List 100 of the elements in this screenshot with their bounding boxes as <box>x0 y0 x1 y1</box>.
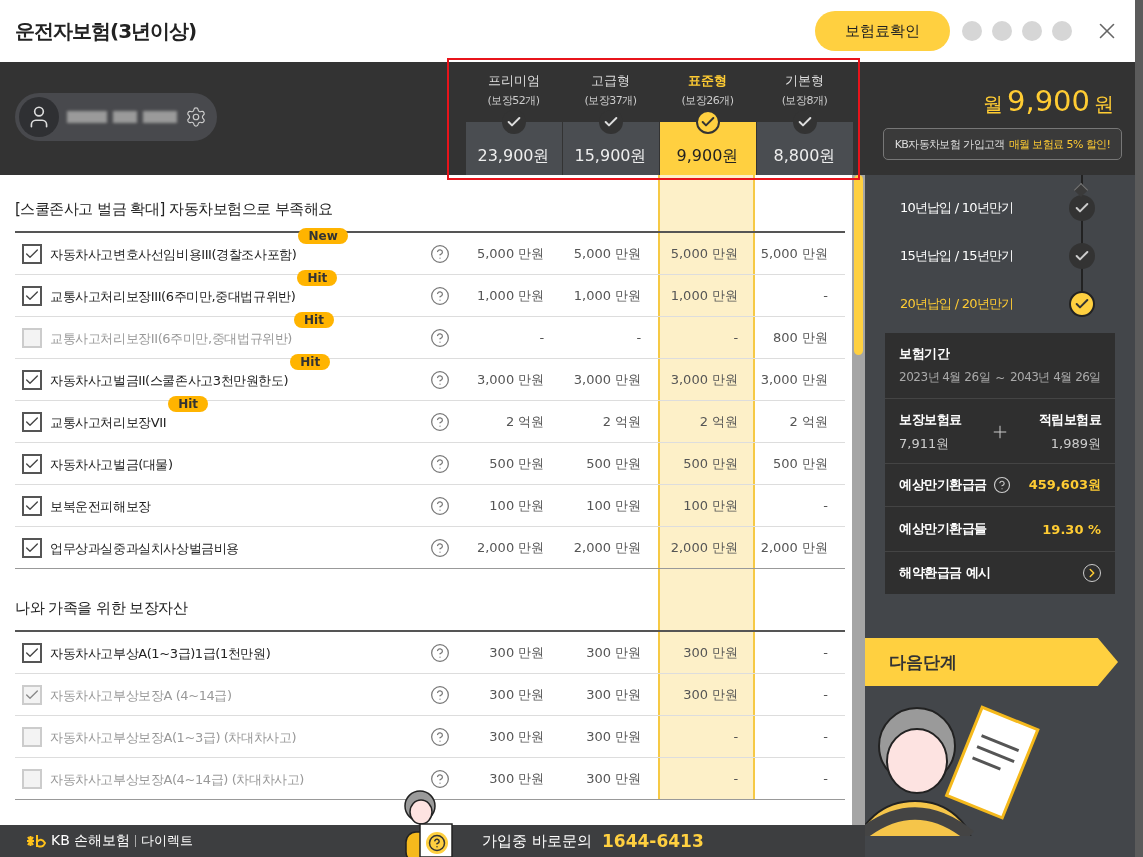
table-cell-text: 300 만원 <box>488 685 546 704</box>
coverage-name: 업무상과실중과실치사상벌금비용 <box>50 540 239 556</box>
brand-subtitle: 다이렉트 <box>135 835 194 847</box>
table-cell: 2 억원 <box>658 401 756 442</box>
checkbox[interactable] <box>22 642 42 663</box>
table-cell-text: 300 만원 <box>488 727 546 746</box>
check-icon[interactable] <box>1069 195 1095 221</box>
checkbox[interactable] <box>22 285 42 306</box>
table-cell-text: 5,000 만원 <box>572 244 643 263</box>
term-option[interactable]: 10년납입 / 10년만기 <box>900 199 1069 217</box>
table-cell-text: - <box>538 329 546 347</box>
coverage-premium: 7,911원 <box>899 435 950 453</box>
checkbox[interactable] <box>22 243 42 264</box>
scrollbar-thumb[interactable] <box>854 175 863 355</box>
table-cell-text: 3,000 만원 <box>572 370 643 389</box>
table-cell-text: 300 만원 <box>585 685 643 704</box>
table-cell-text: 2 억원 <box>601 412 643 431</box>
phone-number[interactable]: 1644-6413 <box>602 831 704 851</box>
table-cell: 5,000 만원 <box>658 233 756 274</box>
coverage-name: 보복운전피해보장 <box>50 498 151 514</box>
coverage-name: 자동차사고부상보장A (4~14급) <box>50 687 232 703</box>
discount-text: KB자동차보험 가입고객 <box>894 136 1005 152</box>
plan-name: 표준형 <box>688 72 727 90</box>
checkbox[interactable] <box>22 537 42 558</box>
refund-label: 예상만기환급금 <box>899 476 987 494</box>
table-cell-text: - <box>822 497 829 515</box>
table-cell-text: 1,000 만원 <box>475 286 546 305</box>
term-option[interactable]: 20년납입 / 20년만기 <box>900 295 1069 313</box>
table-cell-text: 100 만원 <box>488 496 546 515</box>
check-icon[interactable] <box>1069 243 1095 269</box>
table-cell: 500 만원 <box>658 443 756 484</box>
table-cell-text: 5,000 만원 <box>475 244 546 263</box>
end-date: 2043년 4월 26일 <box>1009 369 1101 386</box>
help-icon[interactable] <box>430 495 451 516</box>
scrollbar[interactable] <box>852 175 865 825</box>
star-logo-icon <box>25 833 47 849</box>
tag-label: New <box>298 227 348 244</box>
help-icon[interactable] <box>430 684 451 705</box>
table-cell-text: 800 만원 <box>772 328 829 347</box>
coverage-name: 교통사고처리보장II(6주미만,중대법규위반) <box>50 330 292 346</box>
table-cell: - <box>658 716 756 757</box>
help-icon[interactable] <box>430 642 451 663</box>
discount-highlight: 매월 보험료 5% 할인! <box>1008 136 1111 152</box>
table-cell: - <box>658 317 756 358</box>
help-icon[interactable] <box>430 327 451 348</box>
table-cell-text: 300 만원 <box>585 769 643 788</box>
table-cell-text: 100 만원 <box>585 496 643 515</box>
price-unit: 원 <box>1094 91 1114 118</box>
check-icon[interactable] <box>1069 291 1095 317</box>
plan-card[interactable]: 8,800원 <box>756 122 853 175</box>
help-icon[interactable] <box>430 285 451 306</box>
help-icon[interactable] <box>430 726 451 747</box>
contact-label: 가입중 바로문의 <box>482 831 593 851</box>
start-date: 2023년 4월 26일 <box>899 369 991 386</box>
tag-label: Hit <box>168 395 209 412</box>
help-icon[interactable] <box>430 411 451 432</box>
help-icon[interactable] <box>992 476 1011 494</box>
plan-name: 프리미엄 <box>487 72 540 90</box>
table-cell-text: 1,000 만원 <box>572 286 643 305</box>
help-icon[interactable] <box>430 453 451 474</box>
table-cell-text: 500 만원 <box>585 454 643 473</box>
coverage-name: 자동차사고벌금II(스쿨존사고3천만원한도) <box>50 372 289 388</box>
help-icon[interactable] <box>430 537 451 558</box>
checkbox[interactable] <box>22 369 42 390</box>
table-cell-text: - <box>635 329 643 347</box>
checkbox[interactable] <box>22 495 42 516</box>
page-scrollbar[interactable] <box>1135 0 1143 857</box>
help-icon[interactable] <box>430 243 451 264</box>
profile-pill[interactable] <box>15 93 217 141</box>
confirm-button[interactable]: 보험료확인 <box>815 11 950 51</box>
table-cell-text: 2,000 만원 <box>759 538 829 557</box>
term-option[interactable]: 15년납입 / 15년만기 <box>900 247 1069 265</box>
help-icon[interactable] <box>430 768 451 789</box>
plan-card[interactable]: 9,900원 <box>659 122 756 175</box>
window-title: 운전자보험(3년이상) <box>15 17 198 45</box>
plan-card[interactable]: 15,900원 <box>562 122 659 175</box>
table-cell-text: - <box>822 770 829 788</box>
checkbox[interactable] <box>22 411 42 432</box>
section-title: 나와 가족을 위한 보장자산 <box>15 598 189 619</box>
coverage-name: 교통사고처리보장VII <box>50 414 167 430</box>
table-cell-text: 300 만원 <box>585 643 643 662</box>
date-separator: ~ <box>995 370 1005 385</box>
checkbox[interactable] <box>22 453 42 474</box>
table-cell: 3,000 만원 <box>658 359 756 400</box>
table-cell: 2,000 만원 <box>658 527 756 568</box>
settings-icon[interactable] <box>185 106 207 128</box>
plan-coverage: (보장8개) <box>781 93 828 108</box>
next-step-button[interactable]: 다음단계 <box>865 638 1118 686</box>
help-icon[interactable] <box>430 369 451 390</box>
table-cell-text: 500 만원 <box>772 454 829 473</box>
surrender-link[interactable]: 해약환급금 예시 <box>885 552 1115 594</box>
price-prefix: 월 <box>982 91 1003 118</box>
brand-name: KB 손해보험 <box>51 832 131 850</box>
plan-card[interactable]: 23,900원 <box>465 122 562 175</box>
table-cell-text: 300 만원 <box>488 643 546 662</box>
savings-premium: 1,989원 <box>1050 435 1101 453</box>
section-title: [스쿨존사고 벌금 확대] 자동차보험으로 부족해요 <box>15 199 334 220</box>
table-cell: 300 만원 <box>658 674 756 715</box>
refund-rate: 19.30 % <box>1042 521 1101 537</box>
check-icon[interactable] <box>695 110 720 134</box>
